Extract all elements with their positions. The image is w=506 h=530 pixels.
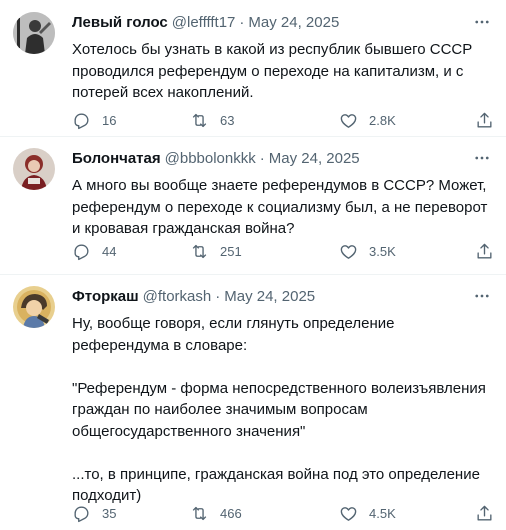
retweet-button[interactable]: 63: [190, 111, 234, 130]
reply-button[interactable]: 44: [72, 242, 116, 261]
timestamp[interactable]: May 24, 2025: [248, 14, 339, 31]
reply-button[interactable]: 16: [72, 111, 116, 130]
like-button[interactable]: 2.8K: [339, 111, 396, 130]
display-name[interactable]: Левый голос: [72, 14, 168, 31]
handle[interactable]: @ftorkash: [143, 288, 212, 305]
tweet-text: Хотелось бы узнать в какой из республик …: [72, 41, 473, 101]
tweet-text: Ну, вообще говоря, если глянуть определе…: [72, 315, 486, 504]
share-icon: [477, 112, 492, 128]
more-icon[interactable]: [472, 148, 492, 168]
retweet-icon: [192, 506, 207, 521]
separator: ·: [215, 287, 221, 305]
retweet-icon: [192, 113, 207, 128]
like-icon: [340, 507, 357, 521]
retweet-count: 466: [220, 506, 242, 521]
avatar[interactable]: [13, 286, 55, 328]
separator: ·: [239, 13, 245, 31]
share-button[interactable]: [475, 242, 494, 261]
display-name[interactable]: Болончатая: [72, 150, 161, 167]
action-bar: 35 466 4.5K: [72, 504, 494, 524]
tweet[interactable]: Левый голос @lefffft17 · May 24, 2025 Хо…: [0, 0, 506, 137]
share-button[interactable]: [475, 111, 494, 130]
retweet-button[interactable]: 251: [190, 242, 242, 261]
handle[interactable]: @lefffft17: [172, 14, 236, 31]
like-count: 4.5K: [369, 506, 396, 521]
reply-count: 44: [102, 244, 117, 259]
reply-icon: [74, 506, 89, 523]
retweet-count: 251: [220, 244, 242, 259]
reply-count: 35: [102, 506, 117, 521]
action-bar: 44 251 3.5K: [72, 242, 494, 262]
share-icon: [477, 243, 492, 259]
action-bar: 16 63 2.8K: [72, 111, 494, 131]
like-button[interactable]: 4.5K: [339, 504, 396, 523]
retweet-count: 63: [220, 113, 235, 128]
like-button[interactable]: 3.5K: [339, 242, 396, 261]
reply-icon: [74, 244, 89, 261]
like-count: 3.5K: [369, 244, 396, 259]
reply-button[interactable]: 35: [72, 504, 116, 523]
handle[interactable]: @bbbolonkkk: [165, 150, 256, 167]
reply-count: 16: [102, 113, 117, 128]
more-icon[interactable]: [472, 286, 492, 306]
more-icon[interactable]: [472, 12, 492, 32]
tweet-text: А много вы вообще знаете референдумов в …: [72, 177, 488, 237]
like-icon: [340, 114, 357, 128]
like-count: 2.8K: [369, 113, 396, 128]
timestamp[interactable]: May 24, 2025: [224, 288, 315, 305]
separator: ·: [259, 149, 265, 167]
display-name[interactable]: Фторкаш: [72, 288, 139, 305]
tweet[interactable]: Болончатая @bbbolonkkk · May 24, 2025 А …: [0, 137, 506, 275]
avatar[interactable]: [13, 148, 55, 190]
avatar[interactable]: [13, 12, 55, 54]
tweet[interactable]: Фторкаш @ftorkash · May 24, 2025 Ну, воо…: [0, 275, 506, 530]
share-button[interactable]: [475, 504, 494, 523]
share-icon: [477, 505, 492, 521]
retweet-icon: [192, 244, 207, 259]
like-icon: [340, 245, 357, 259]
timestamp[interactable]: May 24, 2025: [269, 150, 360, 167]
reply-icon: [74, 113, 89, 130]
retweet-button[interactable]: 466: [190, 504, 242, 523]
